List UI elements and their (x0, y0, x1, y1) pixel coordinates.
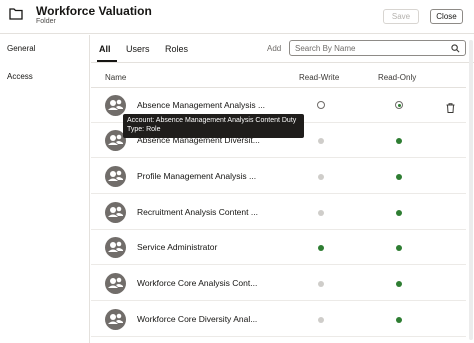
table-row[interactable]: Profile Management Analysis ... (91, 159, 466, 194)
read-only-indicator (396, 174, 402, 180)
read-only-indicator (396, 245, 402, 251)
read-write-indicator (318, 281, 324, 287)
row-name: Absence Management Analysis ... (137, 100, 266, 110)
table-row[interactable]: Workforce Core Analysis Cont... (91, 266, 466, 301)
search-input[interactable]: Search By Name (289, 40, 466, 56)
sidebar-item-access[interactable]: Access (7, 72, 33, 81)
read-only-indicator (396, 281, 402, 287)
tab-bar: All Users Roles Add Search By Name (91, 35, 474, 63)
active-tab-indicator (97, 60, 117, 62)
read-write-indicator (318, 174, 324, 180)
read-only-indicator (396, 317, 402, 323)
tab-roles[interactable]: Roles (165, 44, 188, 54)
read-write-indicator (318, 138, 324, 144)
read-write-indicator (318, 210, 324, 216)
role-avatar-icon (105, 237, 126, 258)
search-icon[interactable] (451, 44, 460, 53)
role-avatar-icon (105, 273, 126, 294)
tab-all[interactable]: All (99, 44, 111, 54)
row-name: Workforce Core Analysis Cont... (137, 278, 258, 288)
column-header-read-write: Read-Write (299, 73, 340, 82)
save-button[interactable]: Save (383, 9, 419, 24)
read-write-indicator (318, 317, 324, 323)
tooltip-account: Account: Absence Management Analysis Con… (127, 117, 297, 124)
table-row[interactable]: Workforce Core Diversity Anal... (91, 302, 466, 337)
add-label: Add (267, 44, 282, 53)
role-avatar-icon (105, 309, 126, 330)
read-only-indicator (396, 138, 402, 144)
page-subtitle: Folder (36, 18, 56, 25)
trash-icon[interactable] (446, 100, 455, 113)
read-only-indicator (396, 210, 402, 216)
tab-users[interactable]: Users (126, 44, 150, 54)
role-avatar-icon (105, 95, 126, 116)
tooltip-type: Type: Role (127, 126, 161, 133)
table-row[interactable]: Service Administrator (91, 230, 466, 265)
row-name: Recruitment Analysis Content ... (137, 207, 258, 217)
search-placeholder: Search By Name (295, 44, 356, 53)
read-write-indicator (318, 245, 324, 251)
row-name: Workforce Core Diversity Anal... (137, 314, 258, 324)
tooltip: Account: Absence Management Analysis Con… (123, 114, 304, 138)
read-only-radio[interactable] (395, 101, 403, 109)
close-button[interactable]: Close (430, 9, 463, 24)
role-avatar-icon (105, 202, 126, 223)
role-avatar-icon (105, 166, 126, 187)
sidebar-item-general[interactable]: General (7, 44, 35, 53)
scrollbar[interactable] (469, 40, 473, 340)
page-title: Workforce Valuation (36, 4, 152, 18)
header: Workforce Valuation Folder Save Close (0, 0, 474, 34)
column-header-read-only: Read-Only (378, 73, 417, 82)
table-row[interactable]: Recruitment Analysis Content ... (91, 195, 466, 230)
read-write-radio[interactable] (317, 101, 325, 109)
column-header-name: Name (105, 73, 127, 82)
row-name: Profile Management Analysis ... (137, 171, 257, 181)
row-name: Service Administrator (137, 242, 218, 252)
sidebar: General Access (0, 35, 90, 343)
folder-icon (9, 8, 23, 20)
